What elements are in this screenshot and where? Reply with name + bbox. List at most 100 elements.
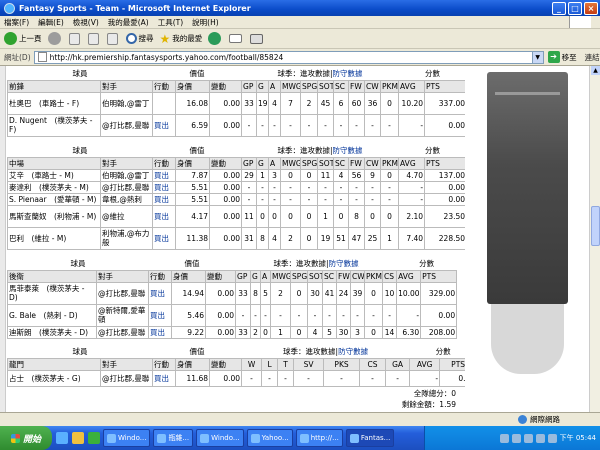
- col-header[interactable]: SC: [333, 79, 350, 93]
- taskbar-item[interactable]: 瓶雜...: [153, 429, 194, 447]
- defense-stats-link[interactable]: 防守數據: [333, 69, 363, 78]
- action-link[interactable]: [152, 91, 176, 115]
- col-header[interactable]: PKM: [380, 79, 400, 93]
- scroll-thumb[interactable]: [591, 206, 600, 246]
- col-header[interactable]: AVG: [396, 269, 422, 283]
- action-link[interactable]: 買出: [152, 226, 176, 250]
- col-header[interactable]: SOT: [317, 156, 335, 170]
- col-header[interactable]: G: [250, 269, 262, 283]
- close-button[interactable]: ×: [584, 1, 598, 15]
- tray-icon[interactable]: [499, 433, 509, 443]
- col-header[interactable]: SPG: [300, 156, 319, 170]
- folder-quicklaunch-icon[interactable]: [72, 432, 84, 444]
- menu-favorites[interactable]: 我的最愛(A): [108, 17, 149, 28]
- search-button[interactable]: 搜尋: [125, 33, 154, 44]
- col-header[interactable]: PKM: [364, 269, 384, 283]
- col-header[interactable]: L: [261, 357, 279, 371]
- col-header[interactable]: PKS: [323, 357, 361, 371]
- media-quicklaunch-icon[interactable]: [88, 432, 100, 444]
- address-input[interactable]: http://hk.premiership.fantasysports.yaho…: [33, 50, 544, 64]
- taskbar-item[interactable]: Windo...: [196, 429, 244, 447]
- stop-button[interactable]: [68, 32, 82, 45]
- print-button[interactable]: [250, 33, 265, 44]
- clock[interactable]: 下午 05:44: [560, 433, 596, 443]
- col-header[interactable]: FW: [336, 269, 352, 283]
- col-header[interactable]: MWG: [270, 269, 292, 283]
- player-name[interactable]: S. Pienaar (愛華頓 - M): [7, 192, 101, 206]
- action-link[interactable]: 買出: [152, 113, 176, 137]
- col-header[interactable]: W: [241, 357, 263, 371]
- taskbar-item[interactable]: Yahoo...: [246, 429, 293, 447]
- tray-icon[interactable]: [547, 433, 557, 443]
- col-header[interactable]: SPG: [290, 269, 309, 283]
- promo-banner[interactable]: [487, 72, 568, 304]
- minimize-button[interactable]: _: [552, 1, 566, 15]
- media-button[interactable]: [208, 32, 223, 45]
- col-header[interactable]: SOT: [307, 269, 324, 283]
- player-name[interactable]: D. Nugent (樸茨茅夫 - F): [7, 113, 101, 137]
- home-button[interactable]: [106, 32, 120, 45]
- player-name[interactable]: 馬菲泰萊 (樸茨茅夫 - D): [7, 281, 97, 305]
- menu-edit[interactable]: 編輯(E): [38, 17, 64, 28]
- col-header[interactable]: AVG: [398, 156, 426, 170]
- action-link[interactable]: 買出: [152, 192, 176, 206]
- col-header[interactable]: GP: [241, 156, 258, 170]
- start-button[interactable]: 開始: [0, 426, 52, 450]
- player-name[interactable]: G. Bale (熱刺 - D): [7, 303, 97, 327]
- action-link[interactable]: 買出: [148, 325, 172, 339]
- menu-view[interactable]: 檢視(V): [73, 17, 99, 28]
- col-header[interactable]: PTS: [424, 156, 468, 170]
- offense-stats-link[interactable]: 球季：進攻數據: [274, 259, 327, 268]
- col-header[interactable]: MWG: [280, 156, 302, 170]
- taskbar-item[interactable]: Windo...: [103, 429, 151, 447]
- address-dropdown-icon[interactable]: ▼: [531, 51, 543, 63]
- col-header[interactable]: G: [256, 79, 270, 93]
- action-link[interactable]: 買出: [152, 369, 176, 387]
- action-link[interactable]: 買出: [152, 204, 176, 228]
- action-link[interactable]: 買出: [152, 180, 176, 194]
- player-name[interactable]: 杜奧巴 (車路士 - F): [7, 91, 101, 115]
- maximize-button[interactable]: □: [568, 1, 582, 15]
- col-header[interactable]: AVG: [409, 357, 441, 371]
- col-header[interactable]: CW: [364, 156, 382, 170]
- col-header[interactable]: A: [260, 269, 272, 283]
- action-link[interactable]: 買出: [152, 168, 176, 182]
- vertical-scrollbar[interactable]: ▲ ▼: [589, 66, 600, 424]
- action-link[interactable]: 買出: [148, 281, 172, 305]
- col-header[interactable]: CW: [364, 79, 382, 93]
- col-header[interactable]: G: [256, 156, 270, 170]
- col-header[interactable]: GA: [385, 357, 411, 371]
- col-header[interactable]: PKM: [380, 156, 400, 170]
- col-header[interactable]: FW: [348, 156, 366, 170]
- taskbar-item-active[interactable]: Fantas...: [345, 429, 395, 447]
- forward-button[interactable]: [47, 32, 63, 45]
- col-header[interactable]: T: [277, 357, 295, 371]
- col-header[interactable]: SV: [293, 357, 325, 371]
- col-header[interactable]: A: [268, 156, 282, 170]
- window-titlebar[interactable]: Fantasy Sports - Team - Microsoft Intern…: [0, 0, 600, 16]
- player-name[interactable]: 馬斯查蘭奴 (利物浦 - M): [7, 204, 101, 228]
- col-header[interactable]: SC: [322, 269, 338, 283]
- player-name[interactable]: 占士 (樸茨茅夫 - G): [7, 369, 101, 387]
- player-name[interactable]: 巴利 (維拉 - M): [7, 226, 101, 250]
- defense-stats-link[interactable]: 防守數據: [338, 347, 368, 356]
- offense-stats-link[interactable]: 球季：進攻數據: [278, 146, 331, 155]
- action-link[interactable]: 買出: [148, 303, 172, 327]
- col-header[interactable]: AVG: [398, 79, 426, 93]
- tray-icon[interactable]: [511, 433, 521, 443]
- col-header[interactable]: FW: [348, 79, 366, 93]
- ie-quicklaunch-icon[interactable]: [56, 432, 68, 444]
- col-header[interactable]: A: [268, 79, 282, 93]
- mail-button[interactable]: [229, 34, 244, 43]
- player-name[interactable]: 迪斯朗 (樸茨茅夫 - D): [7, 325, 97, 339]
- menu-file[interactable]: 檔案(F): [4, 17, 29, 28]
- col-header[interactable]: SPG: [300, 79, 319, 93]
- links-button[interactable]: 連結: [585, 52, 600, 63]
- col-header[interactable]: PTS: [424, 79, 468, 93]
- refresh-button[interactable]: [87, 32, 101, 45]
- col-header[interactable]: CS: [382, 269, 398, 283]
- back-button[interactable]: 上一頁: [4, 32, 42, 45]
- go-button[interactable]: ➔ 移至: [547, 51, 577, 63]
- scroll-up-icon[interactable]: ▲: [591, 66, 600, 75]
- col-header[interactable]: MWG: [280, 79, 302, 93]
